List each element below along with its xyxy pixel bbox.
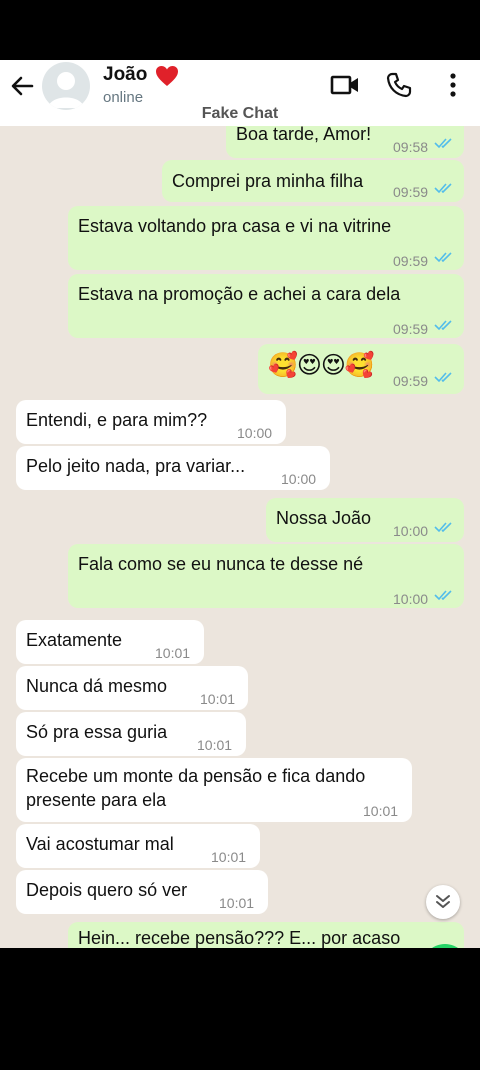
- message-time: 10:00: [393, 591, 429, 607]
- read-receipt-icon: [434, 320, 452, 331]
- message-time: 09:58: [393, 139, 429, 155]
- message-time: 10:00: [393, 523, 429, 539]
- message-text-line-2: presente para ela: [26, 790, 167, 810]
- incoming-message[interactable]: Só pra essa guria 10:01: [16, 712, 246, 756]
- incoming-message[interactable]: Depois quero só ver 10:01: [16, 870, 268, 914]
- message-time: 10:01: [219, 895, 255, 911]
- message-text: Fala como se eu nunca te desse né: [78, 554, 364, 574]
- read-receipt-icon: [434, 183, 452, 194]
- message-text-line-1: Recebe um monte da pensão e fica dando: [26, 766, 366, 786]
- message-text: Estava voltando pra casa e vi na vitrine: [78, 216, 392, 236]
- message-text: Pelo jeito nada, pra variar...: [26, 456, 246, 476]
- fake-chat-watermark: Fake Chat: [201, 105, 279, 122]
- contact-status: online: [103, 89, 144, 106]
- message-text: Exatamente: [26, 630, 123, 650]
- incoming-message[interactable]: Pelo jeito nada, pra variar... 10:00: [16, 446, 330, 490]
- video-call-icon[interactable]: [330, 74, 360, 96]
- incoming-message[interactable]: Exatamente 10:01: [16, 620, 204, 664]
- outgoing-message[interactable]: Comprei pra minha filha 09:59: [162, 160, 464, 202]
- scroll-to-bottom-button[interactable]: [426, 885, 460, 919]
- outgoing-message[interactable]: Estava voltando pra casa e vi na vitrine…: [68, 206, 464, 270]
- message-time: 10:01: [197, 737, 233, 753]
- read-receipt-icon: [434, 252, 452, 263]
- message-text: Estava na promoção e achei a cara dela: [78, 284, 401, 304]
- incoming-message[interactable]: Entendi, e para mim?? 10:00: [16, 400, 286, 444]
- outgoing-message[interactable]: Estava na promoção e achei a cara dela 0…: [68, 274, 464, 338]
- message-text: 🥰😍😍🥰: [268, 352, 375, 379]
- read-receipt-icon: [434, 590, 452, 601]
- read-receipt-icon: [434, 372, 452, 383]
- message-time: 10:01: [363, 803, 399, 819]
- message-text: Nossa João: [276, 508, 372, 528]
- message-time: 10:01: [211, 849, 247, 865]
- chat-screen: João online Fake Chat Boa tarde, Amor! 0…: [0, 60, 480, 948]
- outgoing-message-partial[interactable]: Hein... recebe pensão??? E... por acaso: [68, 922, 464, 948]
- message-text: Depois quero só ver: [26, 880, 188, 900]
- more-options-icon[interactable]: [448, 72, 458, 98]
- incoming-message[interactable]: Vai acostumar mal 10:01: [16, 824, 260, 868]
- message-text: Hein... recebe pensão??? E... por acaso: [78, 928, 401, 948]
- heart-icon: [156, 66, 178, 86]
- outgoing-message[interactable]: Nossa João 10:00: [266, 498, 464, 542]
- message-time: 10:00: [281, 471, 317, 487]
- message-text: Nunca dá mesmo: [26, 676, 168, 696]
- message-time: 09:59: [393, 373, 429, 389]
- back-arrow-icon[interactable]: [8, 72, 36, 100]
- voice-call-icon[interactable]: [386, 72, 412, 98]
- double-chevron-down-icon: [436, 895, 450, 908]
- incoming-message[interactable]: Nunca dá mesmo 10:01: [16, 666, 248, 710]
- message-text: Vai acostumar mal: [26, 834, 174, 854]
- outgoing-message[interactable]: Fala como se eu nunca te desse né 10:00: [68, 544, 464, 608]
- contact-name[interactable]: João: [103, 64, 147, 86]
- message-time: 10:01: [155, 645, 191, 661]
- message-time: 10:00: [237, 425, 273, 441]
- read-receipt-icon: [434, 522, 452, 533]
- message-text: Comprei pra minha filha: [172, 171, 364, 191]
- avatar[interactable]: [42, 62, 90, 110]
- read-receipt-icon: [434, 138, 452, 149]
- message-time: 09:59: [393, 184, 429, 200]
- outgoing-message[interactable]: 🥰😍😍🥰 09:59: [258, 344, 464, 394]
- message-text: Só pra essa guria: [26, 722, 168, 742]
- message-time: 09:59: [393, 321, 429, 337]
- message-time: 10:01: [200, 691, 236, 707]
- message-time: 09:59: [393, 253, 429, 269]
- message-text: Entendi, e para mim??: [26, 410, 208, 430]
- incoming-message[interactable]: Recebe um monte da pensão e fica dando p…: [16, 758, 412, 822]
- default-avatar-icon: [48, 72, 84, 108]
